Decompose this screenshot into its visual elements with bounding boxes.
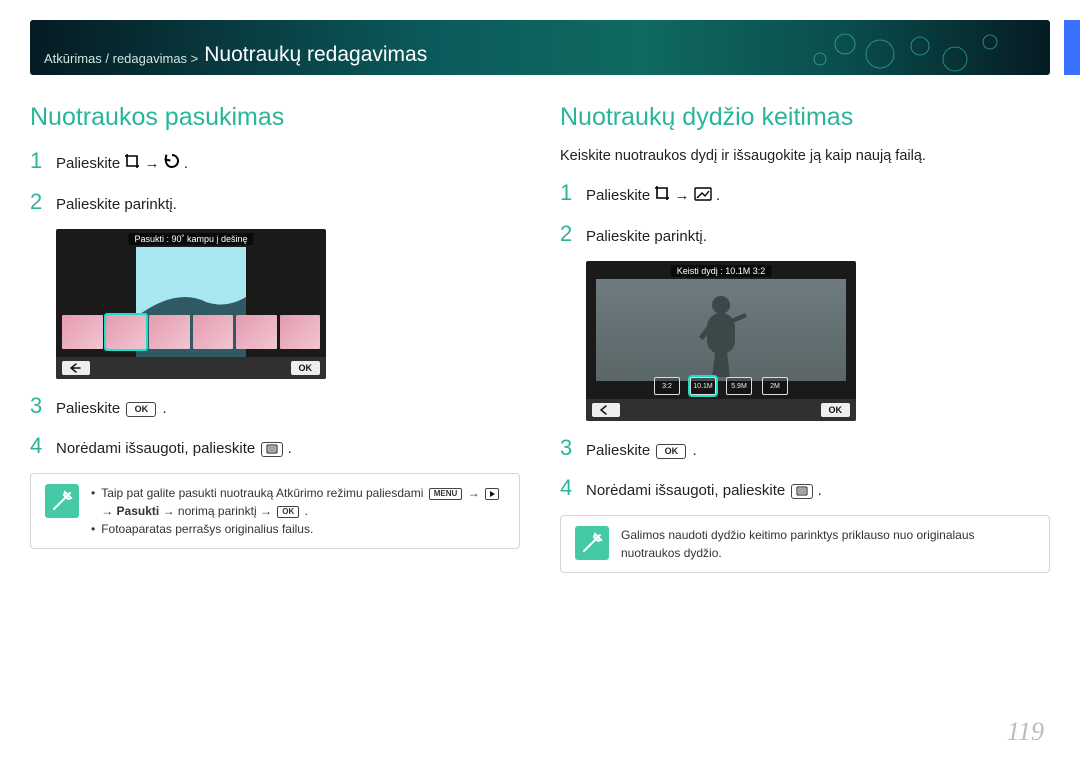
note-icon bbox=[575, 526, 609, 560]
section-heading-resize: Nuotraukų dydžio keitimas bbox=[560, 103, 1050, 132]
thumb[interactable] bbox=[62, 315, 103, 349]
ok-button[interactable]: OK bbox=[821, 403, 851, 417]
thumb-selected[interactable] bbox=[106, 315, 147, 349]
crop-icon bbox=[124, 153, 140, 175]
step-text: Norėdami išsaugoti, palieskite bbox=[586, 482, 789, 499]
section-heading-rotate: Nuotraukos pasukimas bbox=[30, 103, 520, 132]
size-options: 3:2 10.1M 5.9M 2M bbox=[586, 377, 856, 395]
play-icon bbox=[485, 488, 499, 500]
back-button[interactable] bbox=[62, 361, 90, 375]
section-intro: Keiskite nuotraukos dydį ir išsaugokite … bbox=[560, 148, 1050, 164]
note-resize: Galimos naudoti dydžio keitimo parinktys… bbox=[560, 515, 1050, 573]
step-number: 2 bbox=[560, 221, 586, 247]
arrow-text: → bbox=[145, 155, 164, 172]
size-opt-3-2[interactable]: 3:2 bbox=[654, 377, 680, 395]
save-icon bbox=[791, 484, 813, 499]
preview-caption: Keisti dydį : 10.1M 3:2 bbox=[671, 265, 772, 277]
note-line-1: Taip pat galite pasukti nuotrauką Atkūri… bbox=[91, 484, 505, 520]
step-text: . bbox=[184, 155, 188, 172]
step-text: Palieskite bbox=[586, 187, 654, 204]
step-text: . bbox=[693, 442, 697, 459]
preview-scene bbox=[596, 279, 846, 381]
preview-toolbar: OK bbox=[56, 357, 326, 379]
size-opt-10-1m[interactable]: 10.1M bbox=[690, 377, 716, 395]
ok-chip: OK bbox=[126, 402, 156, 417]
child-silhouette-icon bbox=[691, 291, 751, 381]
step-number: 3 bbox=[30, 393, 56, 419]
thumb[interactable] bbox=[149, 315, 190, 349]
rotate-icon bbox=[164, 153, 180, 175]
step-3-resize: 3 Palieskite OK . bbox=[560, 435, 1050, 461]
step-text: . bbox=[716, 187, 720, 204]
step-text: Palieskite bbox=[56, 400, 124, 417]
step-number: 3 bbox=[560, 435, 586, 461]
ok-button[interactable]: OK bbox=[291, 361, 321, 375]
step-text: . bbox=[163, 400, 167, 417]
resize-icon bbox=[694, 186, 712, 207]
preview-caption: Pasukti : 90˚ kampu į dešinę bbox=[128, 233, 253, 245]
decorative-bubbles bbox=[790, 24, 1010, 74]
step-text: Palieskite bbox=[586, 442, 654, 459]
step-2-rotate: 2 Palieskite parinktį. bbox=[30, 189, 520, 215]
step-1-rotate: 1 Palieskite → . bbox=[30, 148, 520, 175]
step-text: Palieskite parinktį. bbox=[586, 226, 1050, 247]
step-text: . bbox=[288, 440, 292, 457]
step-text: Norėdami išsaugoti, palieskite bbox=[56, 440, 259, 457]
size-opt-5-9m[interactable]: 5.9M bbox=[726, 377, 752, 395]
section-rotate: Nuotraukos pasukimas 1 Palieskite → . 2 bbox=[30, 103, 520, 573]
step-3-rotate: 3 Palieskite OK . bbox=[30, 393, 520, 419]
thumb[interactable] bbox=[236, 315, 277, 349]
step-number: 1 bbox=[560, 180, 586, 206]
preview-toolbar: OK bbox=[586, 399, 856, 421]
note-icon bbox=[45, 484, 79, 518]
step-text: Palieskite bbox=[56, 155, 124, 172]
side-tab bbox=[1064, 20, 1080, 75]
ok-chip: OK bbox=[656, 444, 686, 459]
thumbnail-strip bbox=[62, 315, 320, 349]
back-button[interactable] bbox=[592, 403, 620, 417]
thumb[interactable] bbox=[280, 315, 321, 349]
save-icon bbox=[261, 442, 283, 457]
page-number: 119 bbox=[1007, 717, 1044, 747]
note-rotate: Taip pat galite pasukti nuotrauką Atkūri… bbox=[30, 473, 520, 549]
step-number: 4 bbox=[30, 433, 56, 459]
step-text: . bbox=[818, 482, 822, 499]
arrow-text: → bbox=[675, 187, 694, 204]
header-bar: Atkūrimas / redagavimas > Nuotraukų reda… bbox=[30, 20, 1050, 75]
step-text: Palieskite parinktį. bbox=[56, 194, 520, 215]
step-4-resize: 4 Norėdami išsaugoti, palieskite . bbox=[560, 475, 1050, 501]
step-number: 4 bbox=[560, 475, 586, 501]
page-title: Nuotraukų redagavimas bbox=[204, 44, 427, 65]
section-resize: Nuotraukų dydžio keitimas Keiskite nuotr… bbox=[560, 103, 1050, 573]
note-line-2: Fotoaparatas perrašys originalius failus… bbox=[91, 520, 505, 538]
menu-chip: MENU bbox=[429, 488, 463, 500]
step-4-rotate: 4 Norėdami išsaugoti, palieskite . bbox=[30, 433, 520, 459]
rotate-preview: Pasukti : 90˚ kampu į dešinę bbox=[56, 229, 326, 379]
breadcrumb: Atkūrimas / redagavimas > bbox=[44, 52, 198, 65]
thumb[interactable] bbox=[193, 315, 234, 349]
step-number: 2 bbox=[30, 189, 56, 215]
crop-icon bbox=[654, 185, 670, 207]
ok-chip: OK bbox=[277, 506, 299, 518]
resize-preview: Keisti dydį : 10.1M 3:2 3:2 10.1M 5.9M 2… bbox=[586, 261, 856, 421]
note-text: Galimos naudoti dydžio keitimo parinktys… bbox=[621, 528, 975, 560]
step-number: 1 bbox=[30, 148, 56, 174]
size-opt-2m[interactable]: 2M bbox=[762, 377, 788, 395]
step-1-resize: 1 Palieskite → . bbox=[560, 180, 1050, 207]
step-2-resize: 2 Palieskite parinktį. bbox=[560, 221, 1050, 247]
